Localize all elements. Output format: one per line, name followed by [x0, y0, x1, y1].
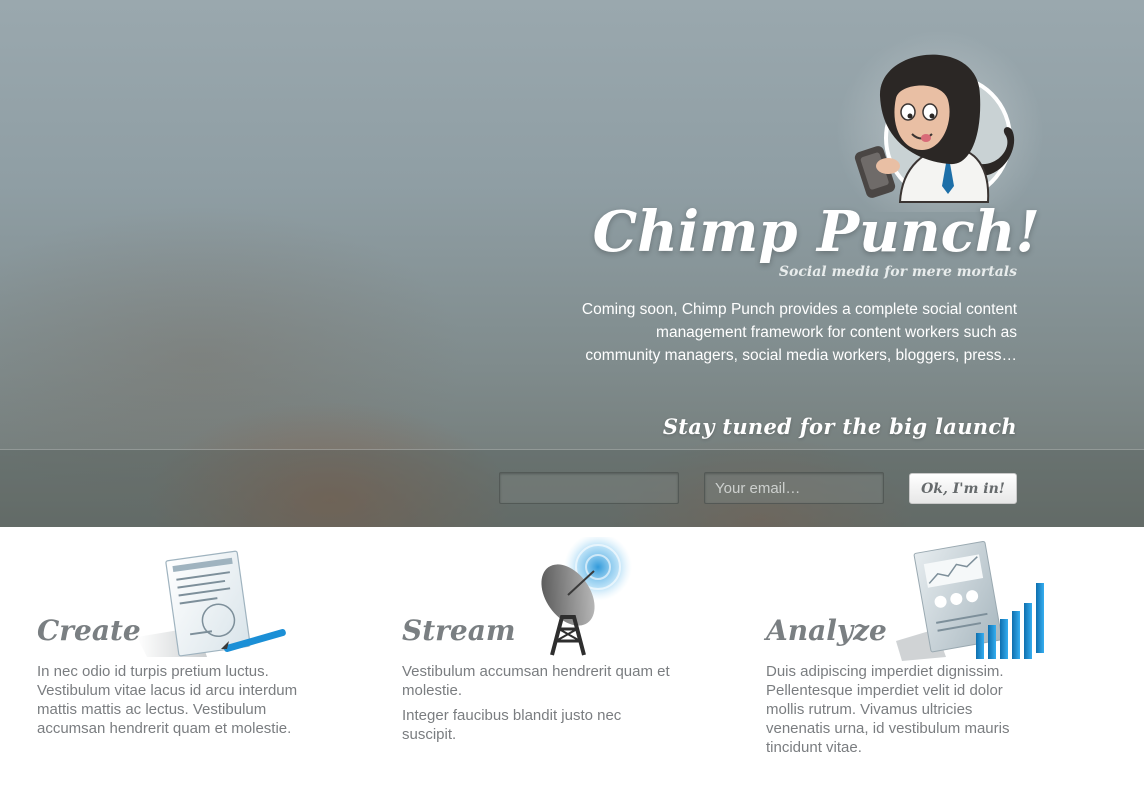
hero-description: Coming soon, Chimp Punch provides a comp…	[581, 301, 1017, 364]
feature-text-analyze: Duis adipiscing imperdiet dignissim. Pel…	[766, 662, 1038, 763]
feature-title-stream: Stream	[402, 614, 516, 647]
feature-paragraph: In nec odio id turpis pretium luctus. Ve…	[37, 663, 298, 737]
hero-section: Chimp Punch! Social media for mere morta…	[0, 0, 1144, 527]
name-input[interactable]	[499, 472, 679, 504]
report-bar-chart-icon	[896, 537, 1056, 668]
brand-title: Chimp Punch!	[592, 199, 1040, 265]
feature-analyze: Analyze Duis adipiscing imperdiet dignis…	[766, 527, 1066, 799]
feature-title-create: Create	[37, 614, 141, 647]
feature-stream: Stream Vestibulum accumsan hendrerit qua…	[402, 527, 702, 799]
email-input[interactable]	[704, 472, 884, 504]
feature-paragraph: Vestibulum accumsan hendrerit quam et mo…	[402, 663, 670, 699]
feature-paragraph: Duis adipiscing imperdiet dignissim. Pel…	[766, 663, 1010, 756]
feature-title-analyze: Analyze	[766, 614, 887, 647]
launch-heading: Stay tuned for the big launch	[662, 414, 1017, 439]
feature-text-create: In nec odio id turpis pretium luctus. Ve…	[37, 662, 309, 744]
feature-text-stream: Vestibulum accumsan hendrerit quam et mo…	[402, 662, 674, 750]
feature-paragraph: Integer faucibus blandit justo nec susci…	[402, 707, 622, 743]
chimp-mascot-logo	[830, 26, 1044, 238]
feature-create: Create In nec odio id turpis pretium luc…	[37, 527, 337, 799]
brand-tagline: Social media for mere mortals	[778, 264, 1017, 280]
signup-submit-button[interactable]: Ok, I'm in!	[909, 473, 1017, 504]
document-pencil-icon	[137, 537, 297, 662]
satellite-dish-icon	[512, 533, 652, 666]
